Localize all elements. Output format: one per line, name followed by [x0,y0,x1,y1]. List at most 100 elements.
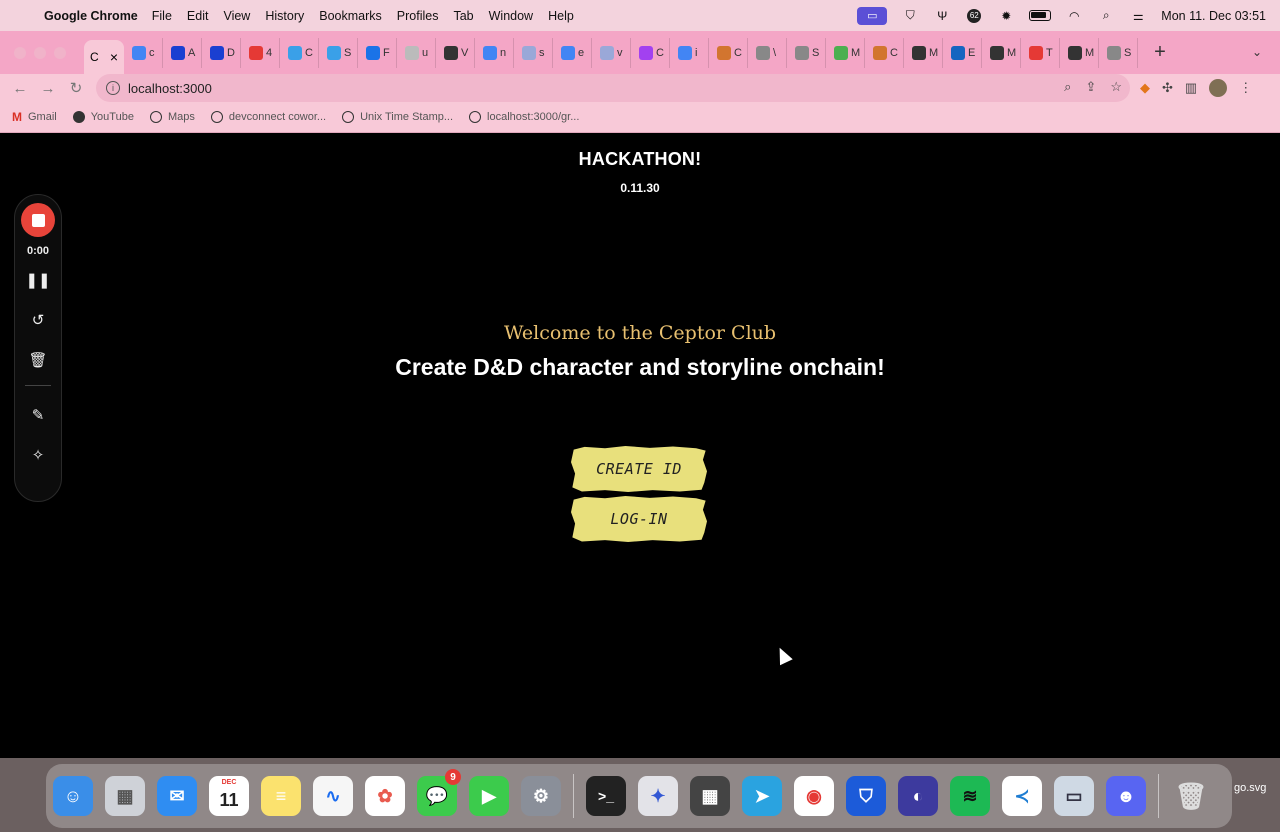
browser-tab[interactable]: n [475,37,514,68]
shield-icon[interactable]: ⛉ [901,8,919,23]
magic-wand-icon[interactable]: ✧ [27,444,49,466]
wifi-icon[interactable]: ◠ [1065,9,1083,23]
close-tab-icon[interactable]: × [110,49,118,65]
stop-recording-button[interactable] [21,203,55,237]
address-bar[interactable]: i localhost:3000 ⌕ ⇪ ☆ [96,74,1130,102]
menu-tab[interactable]: Tab [453,9,473,23]
bookmark-devconnect[interactable]: devconnect cowor... [210,111,326,123]
browser-tab[interactable]: A [163,37,202,68]
preview-icon[interactable]: ▭ [1054,776,1094,816]
bookmark-localhost[interactable]: localhost:3000/gr... [469,111,579,123]
tor-browser-icon[interactable]: ◐ [898,776,938,816]
forward-button[interactable]: → [34,80,62,97]
browser-tab[interactable]: S [1099,37,1138,68]
trash-bin-icon[interactable]: 🗑 [1171,776,1211,816]
browser-tab[interactable]: C [865,37,904,68]
brightness-icon[interactable]: ✹ [997,9,1015,23]
freeform-icon[interactable]: ∿ [313,776,353,816]
side-panel-icon[interactable]: ▥ [1185,80,1197,96]
desktop-file-label[interactable]: go.svg [1234,782,1266,794]
bookmark-maps[interactable]: Maps [149,111,195,123]
menu-help[interactable]: Help [548,9,574,23]
browser-tab[interactable]: C [280,37,319,68]
messages-icon[interactable]: 💬 9 [417,769,461,816]
browser-tab[interactable]: S [787,37,826,68]
browser-tab[interactable]: T [1021,37,1060,68]
menubar-clock[interactable]: Mon 11. Dec 03:51 [1161,9,1266,23]
login-button[interactable]: LOG-IN [571,496,707,542]
vscode-icon[interactable]: ≺ [1002,776,1042,816]
extensions-icon[interactable]: ✣ [1162,80,1173,96]
menu-profiles[interactable]: Profiles [397,9,439,23]
notification-count-icon[interactable]: 62 [965,8,983,23]
back-button[interactable]: ← [6,80,34,97]
browser-tab[interactable]: \ [748,37,787,68]
bookmark-youtube[interactable]: YouTube [72,111,134,123]
tab-search-icon[interactable]: ⌄ [1252,45,1262,59]
browser-tab[interactable]: e [553,37,592,68]
minimize-window-button[interactable] [34,46,46,59]
menubar-app-name[interactable]: Google Chrome [44,9,138,23]
photos-icon[interactable]: ✿ [365,776,405,816]
control-center-icon[interactable]: ⚌ [1129,9,1147,23]
share-icon[interactable]: ⇪ [1085,79,1096,95]
profile-avatar[interactable] [1209,79,1228,97]
discord-icon[interactable]: ☻ [1106,776,1146,816]
browser-tab[interactable]: F [358,37,397,68]
menu-view[interactable]: View [223,9,250,23]
browser-tab[interactable]: M [904,37,943,68]
menu-window[interactable]: Window [489,9,533,23]
menu-edit[interactable]: Edit [187,9,209,23]
menu-bookmarks[interactable]: Bookmarks [319,9,382,23]
terminal-icon[interactable]: >_ [586,776,626,816]
chrome-icon[interactable]: ◉ [794,776,834,816]
trash-icon[interactable]: 🗑 [27,349,49,371]
browser-tab[interactable]: V [436,37,475,68]
bookmark-unix-time[interactable]: Unix Time Stamp... [342,111,453,123]
url-text[interactable]: localhost:3000 [128,81,212,96]
zoom-icon[interactable]: ⌕ [1064,79,1071,95]
fork-app-icon[interactable]: ✦ [638,776,678,816]
new-tab-button[interactable]: + [1150,41,1170,64]
close-window-button[interactable] [14,46,26,59]
screen-share-icon[interactable]: ▭ [857,6,888,25]
site-info-icon[interactable]: i [106,81,120,95]
restart-icon[interactable]: ↺ [27,309,49,331]
pause-icon[interactable]: ❚❚ [25,269,50,291]
pencil-icon[interactable]: ✎ [27,404,49,426]
spotlight-search-icon[interactable]: ⌕ [1097,8,1115,23]
browser-tab[interactable]: 4 [241,37,280,68]
browser-tab[interactable]: s [514,37,553,68]
browser-tab[interactable]: i [670,37,709,68]
browser-tab[interactable]: D [202,37,241,68]
browser-tab[interactable]: v [592,37,631,68]
browser-tab[interactable]: C [709,37,748,68]
system-settings-icon[interactable]: ⚙ [521,776,561,816]
browser-tab[interactable]: M [826,37,865,68]
notes-icon[interactable]: ≡ [261,776,301,816]
browser-tab[interactable]: S [319,37,358,68]
reload-button[interactable]: ↻ [62,79,90,97]
spotify-icon[interactable]: ≋ [950,776,990,816]
browser-tab[interactable]: c [124,37,163,68]
calculator-icon[interactable]: ▦ [690,776,730,816]
chrome-menu-icon[interactable]: ⋮ [1239,80,1252,96]
telegram-icon[interactable]: ➤ [742,776,782,816]
battery-icon[interactable] [1029,10,1052,21]
browser-tab[interactable]: C [631,37,670,68]
menu-history[interactable]: History [265,9,304,23]
facetime-icon[interactable]: ▶ [469,776,509,816]
finder-icon[interactable]: ☺ [53,776,93,816]
tab-active[interactable]: C × [84,40,124,74]
create-id-button[interactable]: CREATE ID [571,446,707,492]
maximize-window-button[interactable] [54,46,66,59]
launchpad-icon[interactable]: ▦ [105,776,145,816]
bitwarden-icon[interactable]: ⛉ [846,776,886,816]
browser-tab[interactable]: u [397,37,436,68]
browser-tab[interactable]: E [943,37,982,68]
bookmark-star-icon[interactable]: ☆ [1110,79,1122,95]
menu-file[interactable]: File [152,9,172,23]
bookmark-gmail[interactable]: M Gmail [12,110,57,124]
browser-tab[interactable]: M [982,37,1021,68]
mail-icon[interactable]: ✉ [157,776,197,816]
